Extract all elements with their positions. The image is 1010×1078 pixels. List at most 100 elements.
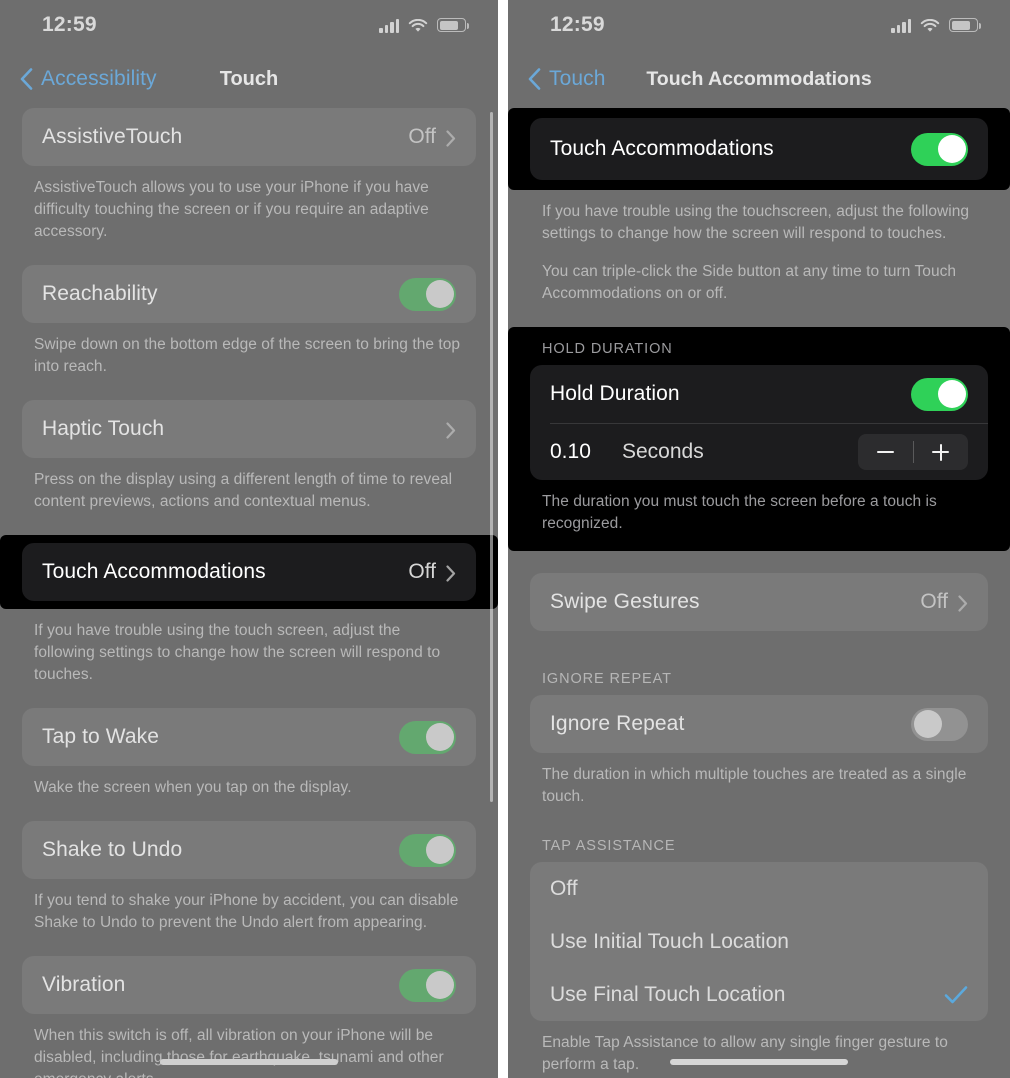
option-off[interactable]: Off — [530, 862, 988, 915]
toggle-touch-accommodations[interactable] — [911, 132, 968, 166]
status-clock: 12:59 — [42, 13, 97, 36]
status-bar-left: 12:59 — [0, 0, 498, 50]
screenshot-stage: 12:59 Accessibility Touch AssistiveTouch… — [0, 0, 1010, 1078]
row-tap-to-wake[interactable]: Tap to Wake — [22, 708, 476, 766]
toggle-vibration[interactable] — [399, 968, 456, 1002]
footnote-touch-accommodations: If you have trouble using the touch scre… — [34, 622, 441, 683]
plus-icon — [932, 443, 950, 461]
status-bar-right: 12:59 — [508, 0, 1010, 50]
row-label: Vibration — [42, 973, 126, 996]
wifi-icon — [920, 18, 940, 33]
cellular-bars-icon — [891, 18, 911, 33]
footnote-tap-to-wake: Wake the screen when you tap on the disp… — [34, 779, 352, 796]
chevron-right-icon — [958, 594, 968, 612]
option-use-initial-touch-location[interactable]: Use Initial Touch Location — [530, 915, 988, 968]
tap-assistance-options: Off Use Initial Touch Location Use Final… — [530, 862, 988, 1021]
highlight-band-main-toggle: Touch Accommodations — [508, 108, 1010, 190]
footnote-hold-duration: The duration you must touch the screen b… — [542, 493, 937, 532]
hold-duration-stepper[interactable] — [858, 434, 968, 470]
left-phone-panel: 12:59 Accessibility Touch AssistiveTouch… — [0, 0, 498, 1078]
row-haptic-touch[interactable]: Haptic Touch — [22, 400, 476, 458]
back-label: Accessibility — [41, 67, 157, 90]
row-label: Touch Accommodations — [42, 560, 266, 583]
card-hold-duration: Hold Duration 0.10 Seconds — [530, 365, 988, 480]
group-header-tap-assistance: TAP ASSISTANCE — [542, 838, 676, 854]
chevron-left-icon — [20, 68, 33, 90]
checkmark-icon — [944, 985, 968, 1005]
row-ignore-repeat[interactable]: Ignore Repeat — [530, 695, 988, 753]
row-label: Tap to Wake — [42, 725, 160, 748]
option-label: Use Final Touch Location — [550, 982, 786, 1006]
footnote-touch-accommodations-2: You can triple-click the Side button at … — [542, 263, 957, 302]
row-label: Ignore Repeat — [550, 712, 685, 735]
footnote-haptic-touch: Press on the display using a different l… — [34, 471, 453, 510]
back-label: Touch — [549, 67, 606, 90]
row-label: Reachability — [42, 282, 158, 305]
highlight-band-touch-accommodations: Touch Accommodations Off — [0, 535, 498, 609]
settings-list-left: AssistiveTouch Off AssistiveTouch allows… — [0, 108, 498, 1078]
status-icons — [891, 18, 981, 33]
footnote-tap-assistance: Enable Tap Assistance to allow any singl… — [542, 1034, 948, 1073]
row-touch-accommodations[interactable]: Touch Accommodations Off — [22, 543, 476, 601]
highlight-band-hold-duration: HOLD DURATION Hold Duration 0.10 Seconds — [508, 327, 1010, 551]
footnote-reachability: Swipe down on the bottom edge of the scr… — [34, 336, 461, 375]
row-label: Touch Accommodations — [550, 137, 774, 160]
increment-button[interactable] — [914, 434, 969, 470]
back-button-accessibility[interactable]: Accessibility — [20, 67, 157, 91]
home-indicator-left — [160, 1059, 338, 1065]
minus-icon — [876, 450, 894, 454]
chevron-right-icon — [446, 129, 456, 147]
toggle-hold-duration[interactable] — [911, 377, 968, 411]
toggle-ignore-repeat[interactable] — [911, 707, 968, 741]
footnote-vibration: When this switch is off, all vibration o… — [34, 1027, 444, 1078]
footnote-assistivetouch: AssistiveTouch allows you to use your iP… — [34, 179, 429, 240]
row-value: Off — [920, 590, 948, 613]
option-use-final-touch-location[interactable]: Use Final Touch Location — [530, 968, 988, 1021]
row-hold-duration-value: 0.10 Seconds — [530, 424, 988, 480]
group-header-hold-duration: HOLD DURATION — [542, 341, 673, 357]
chevron-right-icon — [446, 564, 456, 582]
option-label: Off — [550, 876, 578, 900]
hold-duration-unit: Seconds — [622, 440, 704, 463]
row-label: AssistiveTouch — [42, 125, 183, 148]
status-icons — [379, 18, 469, 33]
footnote-ignore-repeat: The duration in which multiple touches a… — [542, 766, 967, 805]
back-button-touch[interactable]: Touch — [528, 67, 606, 91]
scrollbar-left[interactable] — [489, 112, 493, 802]
nav-bar-right: Touch Touch Accommodations — [508, 50, 1010, 108]
footnote-touch-accommodations-1: If you have trouble using the touchscree… — [542, 203, 970, 242]
row-touch-accommodations-toggle[interactable]: Touch Accommodations — [530, 118, 988, 180]
decrement-button[interactable] — [858, 434, 913, 470]
row-hold-duration-toggle[interactable]: Hold Duration — [530, 365, 988, 423]
wifi-icon — [408, 18, 428, 33]
hold-duration-value: 0.10 — [550, 440, 591, 463]
group-header-ignore-repeat: IGNORE REPEAT — [542, 671, 672, 687]
row-value: Off — [408, 125, 436, 148]
chevron-left-icon — [528, 68, 541, 90]
left-screen: 12:59 Accessibility Touch AssistiveTouch… — [0, 0, 498, 1078]
row-label: Swipe Gestures — [550, 590, 700, 613]
row-vibration[interactable]: Vibration — [22, 956, 476, 1014]
toggle-reachability[interactable] — [399, 277, 456, 311]
home-indicator-right — [670, 1059, 848, 1065]
row-label: Haptic Touch — [42, 417, 165, 440]
footnote-shake-to-undo: If you tend to shake your iPhone by acci… — [34, 892, 459, 931]
row-shake-to-undo[interactable]: Shake to Undo — [22, 821, 476, 879]
cellular-bars-icon — [379, 18, 399, 33]
right-screen: 12:59 Touch Touch Accommodations Touch A… — [508, 0, 1010, 1078]
battery-icon — [437, 18, 469, 32]
row-assistivetouch[interactable]: AssistiveTouch Off — [22, 108, 476, 166]
row-reachability[interactable]: Reachability — [22, 265, 476, 323]
right-phone-panel: 12:59 Touch Touch Accommodations Touch A… — [508, 0, 1010, 1078]
row-label: Hold Duration — [550, 382, 680, 405]
status-clock: 12:59 — [550, 13, 605, 36]
row-swipe-gestures[interactable]: Swipe Gestures Off — [530, 573, 988, 631]
settings-list-right: Touch Accommodations If you have trouble… — [508, 108, 1010, 1076]
toggle-shake-to-undo[interactable] — [399, 833, 456, 867]
toggle-tap-to-wake[interactable] — [399, 720, 456, 754]
row-value: Off — [408, 560, 436, 583]
chevron-right-icon — [446, 421, 456, 439]
battery-icon — [949, 18, 981, 32]
nav-bar-left: Accessibility Touch — [0, 50, 498, 108]
option-label: Use Initial Touch Location — [550, 929, 789, 953]
